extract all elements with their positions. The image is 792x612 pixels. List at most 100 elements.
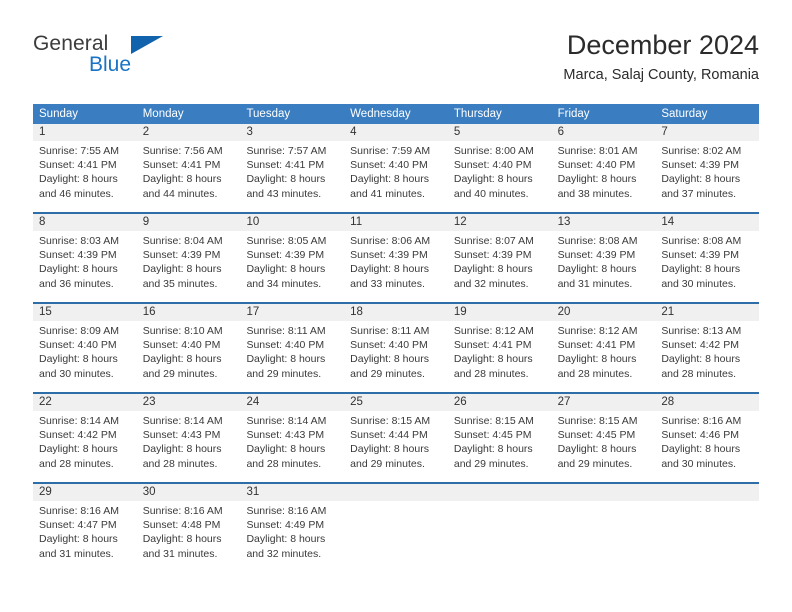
day-details: Sunrise: 8:03 AM Sunset: 4:39 PM Daylight:… xyxy=(33,231,137,291)
day-detail-line: Sunset: 4:45 PM xyxy=(557,429,636,442)
day-detail-line: Sunrise: 7:57 AM xyxy=(246,145,327,157)
day-detail-line: Sunset: 4:41 PM xyxy=(557,339,636,352)
day-cell[interactable]: 1 Sunrise: 7:55 AM Sunset: 4:41 PM Daylight… xyxy=(33,124,137,212)
day-detail-line: Sunrise: 8:15 AM xyxy=(453,415,534,427)
day-detail-line: and 28 minutes. xyxy=(246,457,322,470)
day-detail-line: Sunset: 4:49 PM xyxy=(246,519,325,532)
day-detail-line: Daylight: 8 hours xyxy=(246,173,326,186)
day-number: 1 xyxy=(33,124,137,141)
day-number: 27 xyxy=(551,394,656,411)
day-detail-line: Daylight: 8 hours xyxy=(557,173,637,186)
day-cell[interactable]: 19 Sunrise: 8:12 AM Sunset: 4:41 PM Dayligh… xyxy=(447,304,552,392)
day-cell[interactable]: 20 Sunrise: 8:12 AM Sunset: 4:41 PM Dayligh… xyxy=(551,304,656,392)
day-cell[interactable]: 10 Sunrise: 8:05 AM Sunset: 4:39 PM Dayligh… xyxy=(240,214,345,302)
day-detail-line: Daylight: 8 hours xyxy=(557,443,637,456)
day-detail-line: and 28 minutes. xyxy=(661,367,737,380)
day-details: Sunrise: 8:15 AM Sunset: 4:45 PM Daylight:… xyxy=(552,411,656,471)
weekday-header-saturday: Saturday xyxy=(661,108,708,120)
day-cell[interactable]: 24 Sunrise: 8:14 AM Sunset: 4:43 PM Dayligh… xyxy=(240,394,345,482)
calendar-grid: Sunday Monday Tuesday Wednesday Thursday Frid… xyxy=(33,104,760,572)
day-cell[interactable]: 23 Sunrise: 8:14 AM Sunset: 4:43 PM Dayligh… xyxy=(136,394,241,482)
day-detail-line: Sunset: 4:45 PM xyxy=(453,429,532,442)
day-detail-line: Sunset: 4:39 PM xyxy=(557,249,636,262)
day-detail-line: and 30 minutes. xyxy=(661,457,737,470)
day-detail-line: Sunrise: 8:06 AM xyxy=(350,235,431,247)
day-cell[interactable]: 15 Sunrise: 8:09 AM Sunset: 4:40 PM Dayligh… xyxy=(33,304,137,392)
day-cell[interactable]: 29 Sunrise: 8:16 AM Sunset: 4:47 PM Dayligh… xyxy=(33,484,137,572)
page-header: General Blue December 2024 Marca, Salaj … xyxy=(33,28,759,90)
day-cell[interactable]: 21 Sunrise: 8:13 AM Sunset: 4:42 PM Dayligh… xyxy=(655,304,760,392)
day-cell[interactable]: 17 Sunrise: 8:11 AM Sunset: 4:40 PM Dayligh… xyxy=(240,304,345,392)
day-details: Sunrise: 8:14 AM Sunset: 4:43 PM Daylight:… xyxy=(137,411,241,471)
day-cell[interactable]: 16 Sunrise: 8:10 AM Sunset: 4:40 PM Dayligh… xyxy=(136,304,241,392)
day-detail-line: Daylight: 8 hours xyxy=(557,263,637,276)
day-details: Sunrise: 8:04 AM Sunset: 4:39 PM Daylight:… xyxy=(137,231,241,291)
day-cell[interactable]: 4 Sunrise: 7:59 AM Sunset: 4:40 PM Daylight… xyxy=(344,124,448,212)
day-number: 10 xyxy=(240,214,345,231)
day-detail-line: Sunset: 4:40 PM xyxy=(453,159,532,172)
day-cell[interactable]: 30 Sunrise: 8:16 AM Sunset: 4:48 PM Dayligh… xyxy=(136,484,241,572)
day-detail-line: Sunset: 4:41 PM xyxy=(39,159,117,172)
day-cell[interactable]: 18 Sunrise: 8:11 AM Sunset: 4:40 PM Dayligh… xyxy=(344,304,448,392)
day-cell[interactable]: 28 Sunrise: 8:16 AM Sunset: 4:46 PM Dayligh… xyxy=(655,394,760,482)
day-cell-empty xyxy=(447,484,552,572)
day-cell[interactable]: 5 Sunrise: 8:00 AM Sunset: 4:40 PM Daylight… xyxy=(447,124,552,212)
day-detail-line: Sunrise: 8:04 AM xyxy=(142,235,223,247)
day-number: 31 xyxy=(240,484,345,501)
day-detail-line: Sunrise: 8:16 AM xyxy=(246,505,327,517)
day-cell[interactable]: 12 Sunrise: 8:07 AM Sunset: 4:39 PM Dayligh… xyxy=(447,214,552,302)
day-detail-line: and 32 minutes. xyxy=(453,277,529,290)
day-number: 26 xyxy=(447,394,552,411)
day-cell[interactable]: 7 Sunrise: 8:02 AM Sunset: 4:39 PM Daylight… xyxy=(655,124,760,212)
day-detail-line: Sunrise: 8:07 AM xyxy=(453,235,534,247)
day-details: Sunrise: 8:12 AM Sunset: 4:41 PM Daylight:… xyxy=(552,321,656,381)
day-detail-line: Daylight: 8 hours xyxy=(661,263,741,276)
day-detail-line: Daylight: 8 hours xyxy=(39,353,118,366)
day-cell[interactable]: 31 Sunrise: 8:16 AM Sunset: 4:49 PM Dayligh… xyxy=(240,484,345,572)
day-cell[interactable]: 26 Sunrise: 8:15 AM Sunset: 4:45 PM Dayligh… xyxy=(447,394,552,482)
day-detail-line: Daylight: 8 hours xyxy=(661,443,741,456)
day-detail-line: Sunset: 4:42 PM xyxy=(661,339,739,352)
weekday-header-friday: Friday xyxy=(557,108,590,120)
day-number: 21 xyxy=(655,304,760,321)
day-detail-line: and 30 minutes. xyxy=(39,367,114,380)
day-details: Sunrise: 8:14 AM Sunset: 4:42 PM Daylight:… xyxy=(33,411,137,471)
day-cell[interactable]: 11 Sunrise: 8:06 AM Sunset: 4:39 PM Dayligh… xyxy=(344,214,448,302)
day-detail-line: and 38 minutes. xyxy=(557,187,633,200)
day-cell[interactable]: 14 Sunrise: 8:08 AM Sunset: 4:39 PM Dayligh… xyxy=(655,214,760,302)
week-cells: 29 Sunrise: 8:16 AM Sunset: 4:47 PM Dayligh… xyxy=(33,484,760,572)
day-detail-line: Sunset: 4:39 PM xyxy=(661,249,739,262)
general-blue-logo[interactable]: General Blue xyxy=(33,32,233,82)
day-detail-line: Sunrise: 8:08 AM xyxy=(661,235,742,247)
day-detail-line: and 36 minutes. xyxy=(39,277,114,290)
day-cell[interactable]: 25 Sunrise: 8:15 AM Sunset: 4:44 PM Dayligh… xyxy=(344,394,448,482)
day-cell[interactable]: 3 Sunrise: 7:57 AM Sunset: 4:41 PM Daylight… xyxy=(240,124,345,212)
day-cell[interactable]: 13 Sunrise: 8:08 AM Sunset: 4:39 PM Dayligh… xyxy=(551,214,656,302)
day-detail-line: and 43 minutes. xyxy=(246,187,322,200)
day-detail-line: Sunrise: 7:56 AM xyxy=(142,145,223,157)
day-detail-line: Sunset: 4:39 PM xyxy=(661,159,739,172)
day-cell-empty xyxy=(551,484,656,572)
day-detail-line: Sunrise: 8:16 AM xyxy=(39,505,119,517)
day-detail-line: Sunrise: 8:08 AM xyxy=(557,235,638,247)
logo-word-blue: Blue xyxy=(89,53,132,76)
calendar-week-row: 22 Sunrise: 8:14 AM Sunset: 4:42 PM Dayligh… xyxy=(33,392,760,482)
day-detail-line: and 40 minutes. xyxy=(453,187,529,200)
day-cell[interactable]: 9 Sunrise: 8:04 AM Sunset: 4:39 PM Daylight… xyxy=(136,214,241,302)
day-details: Sunrise: 8:16 AM Sunset: 4:46 PM Daylight:… xyxy=(655,411,759,471)
day-cell[interactable]: 2 Sunrise: 7:56 AM Sunset: 4:41 PM Daylight… xyxy=(136,124,241,212)
day-detail-line: Sunset: 4:39 PM xyxy=(142,249,221,262)
day-number: 24 xyxy=(240,394,345,411)
day-cell[interactable]: 22 Sunrise: 8:14 AM Sunset: 4:42 PM Dayligh… xyxy=(33,394,137,482)
day-detail-line: and 32 minutes. xyxy=(246,547,322,560)
day-details: Sunrise: 8:14 AM Sunset: 4:43 PM Daylight:… xyxy=(240,411,344,471)
day-detail-line: Sunset: 4:40 PM xyxy=(246,339,325,352)
day-cell[interactable]: 27 Sunrise: 8:15 AM Sunset: 4:45 PM Dayligh… xyxy=(551,394,656,482)
day-cell[interactable]: 6 Sunrise: 8:01 AM Sunset: 4:40 PM Daylight… xyxy=(551,124,656,212)
day-detail-line: Sunset: 4:40 PM xyxy=(142,339,221,352)
day-detail-line: Sunset: 4:40 PM xyxy=(557,159,636,172)
day-cell[interactable]: 8 Sunrise: 8:03 AM Sunset: 4:39 PM Daylight… xyxy=(33,214,137,302)
title-block: December 2024 Marca, Salaj County, Roman… xyxy=(563,28,759,85)
day-detail-line: Sunset: 4:41 PM xyxy=(453,339,532,352)
day-detail-line: and 31 minutes. xyxy=(39,547,114,560)
